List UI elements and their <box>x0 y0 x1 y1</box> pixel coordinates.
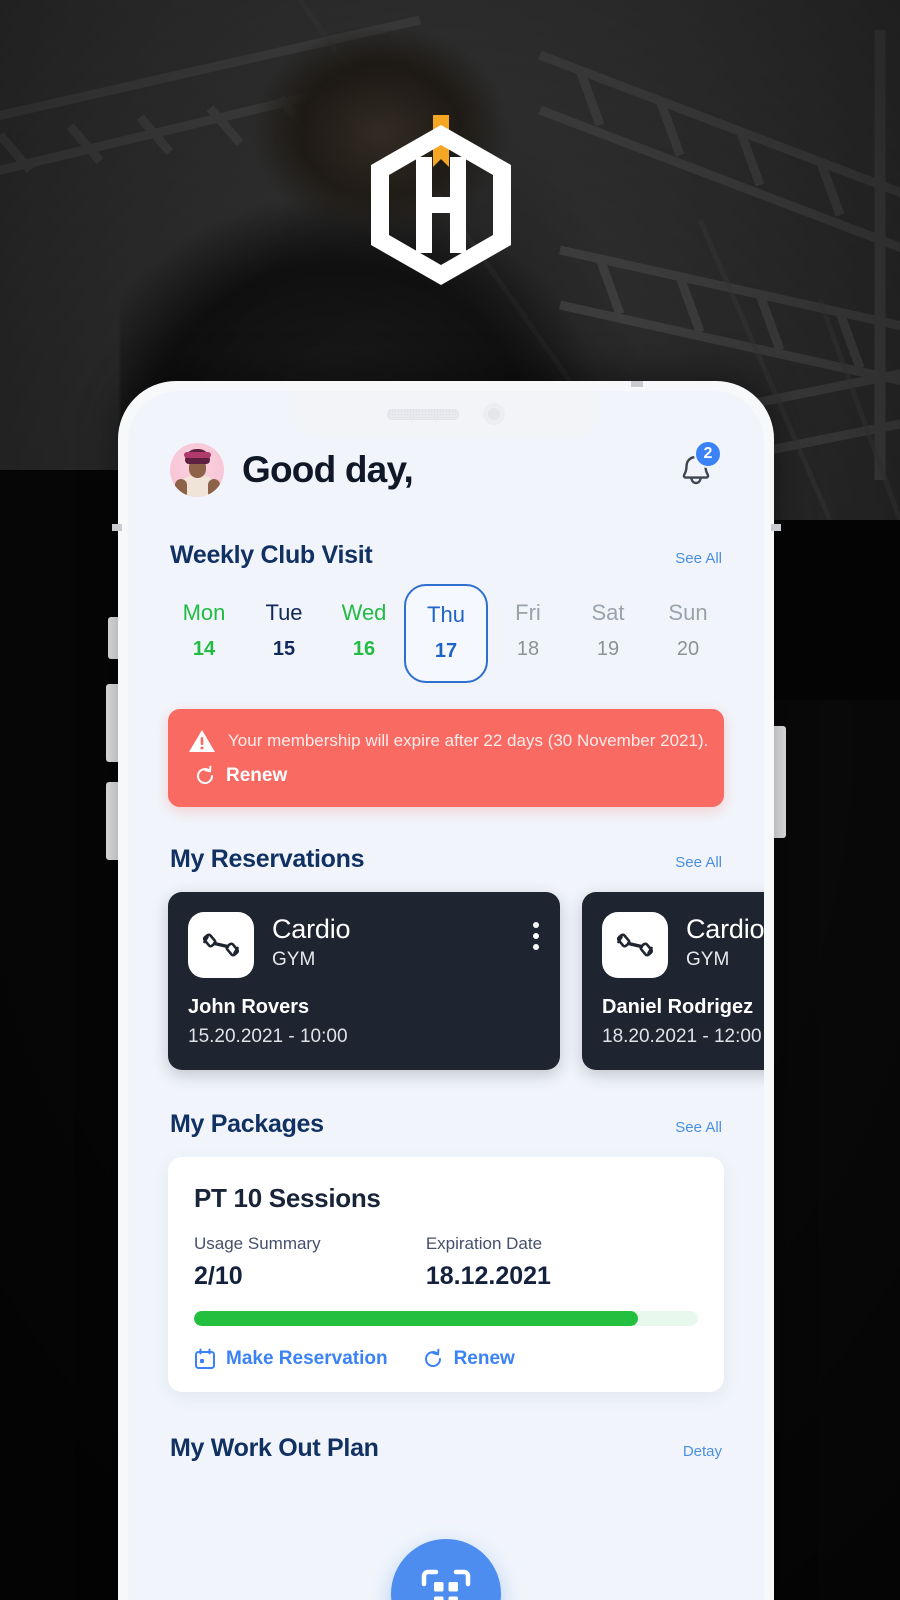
weekly-club-visit-title: Weekly Club Visit <box>170 541 373 569</box>
day-name: Sat <box>591 600 625 625</box>
make-reservation-button[interactable]: Make Reservation <box>194 1348 388 1370</box>
packages-header: My Packages See All <box>150 1110 742 1139</box>
packages-see-all-link[interactable]: See All <box>675 1119 722 1136</box>
day-item-fri[interactable]: Fri 18 <box>488 584 568 683</box>
day-item-thu-selected[interactable]: Thu 17 <box>404 584 488 683</box>
weekly-see-all-link[interactable]: See All <box>675 550 722 567</box>
day-item-sun[interactable]: Sun 20 <box>648 584 728 683</box>
package-progress-fill <box>194 1311 638 1326</box>
package-usage-value: 2/10 <box>194 1262 243 1290</box>
workout-plan-title: My Work Out Plan <box>170 1434 379 1462</box>
reservation-datetime: 15.20.2021 - 10:00 <box>188 1026 348 1047</box>
day-name: Wed <box>341 600 387 625</box>
day-date: 15 <box>272 638 296 660</box>
package-name: PT 10 Sessions <box>194 1183 381 1213</box>
day-name: Mon <box>182 600 226 625</box>
package-usage-block: Usage Summary 2/10 <box>194 1234 426 1291</box>
reservation-trainer: Daniel Rodrigez <box>602 996 754 1018</box>
package-card[interactable]: PT 10 Sessions Usage Summary 2/10 Expira… <box>168 1157 724 1392</box>
reservation-card[interactable]: Cardio GYM Daniel Rodrigez 18.20.2021 - … <box>582 892 764 1070</box>
warning-triangle-icon <box>189 730 215 752</box>
day-item-sat[interactable]: Sat 19 <box>568 584 648 683</box>
day-name: Sun <box>668 600 708 625</box>
day-date: 20 <box>676 638 700 660</box>
day-date: 19 <box>596 638 620 660</box>
phone-mockup: Good day, 2 Weekly Club Visit See All Mo… <box>118 381 774 1600</box>
refresh-icon <box>197 765 214 785</box>
reservations-header: My Reservations See All <box>150 845 742 874</box>
power-button[interactable] <box>773 726 786 838</box>
make-reservation-label: Make Reservation <box>226 1348 388 1369</box>
notifications-button[interactable]: 2 <box>674 440 722 492</box>
hexagon-h-logo <box>361 105 521 300</box>
packages-title: My Packages <box>170 1110 324 1138</box>
week-day-selector: Mon 14 Tue 15 Wed 16 Thu 17 Fri 18 Sat 1… <box>150 584 742 683</box>
day-date: 14 <box>192 638 216 660</box>
alert-message: Your membership will expire after 22 day… <box>228 731 709 750</box>
weekly-club-visit-header: Weekly Club Visit See All <box>150 541 742 570</box>
dumbbell-icon <box>602 912 668 978</box>
reservations-see-all-link[interactable]: See All <box>675 854 722 871</box>
day-date: 17 <box>434 640 458 662</box>
day-name: Fri <box>515 600 541 625</box>
reservations-carousel[interactable]: Cardio GYM John Rovers 15.20.2021 - 10:0… <box>150 892 764 1070</box>
package-expiration-value: 18.12.2021 <box>425 1262 551 1290</box>
frame-antenna-line <box>631 381 643 387</box>
page-title: Good day, <box>242 449 414 490</box>
reservation-title: Cardio <box>686 914 764 944</box>
workout-plan-header: My Work Out Plan Detay <box>150 1434 742 1463</box>
workout-detail-link[interactable]: Detay <box>683 1443 722 1460</box>
membership-expiry-alert[interactable]: Your membership will expire after 22 day… <box>168 709 724 807</box>
reservation-subtitle: GYM <box>686 949 730 970</box>
package-renew-button[interactable]: Renew <box>422 1348 515 1370</box>
more-vertical-icon[interactable] <box>532 912 540 950</box>
package-expiration-label: Expiration Date <box>425 1234 543 1253</box>
reservation-datetime: 18.20.2021 - 12:00 <box>602 1026 762 1047</box>
day-date: 18 <box>516 638 540 660</box>
refresh-icon <box>424 1348 441 1368</box>
calendar-icon <box>195 1348 215 1369</box>
phone-notch <box>296 391 596 437</box>
day-date: 16 <box>352 638 376 660</box>
package-progress-bar <box>194 1311 698 1326</box>
qr-scan-icon <box>421 1569 471 1600</box>
day-item-mon[interactable]: Mon 14 <box>164 584 244 683</box>
speaker-grille-icon <box>387 408 459 420</box>
day-item-wed[interactable]: Wed 16 <box>324 584 404 683</box>
package-usage-label: Usage Summary <box>194 1234 321 1253</box>
frame-antenna-line-left <box>112 524 122 531</box>
day-name: Thu <box>427 602 465 627</box>
front-camera-icon <box>483 403 505 425</box>
alert-renew-label: Renew <box>226 765 288 786</box>
dumbbell-icon <box>188 912 254 978</box>
phone-screen: Good day, 2 Weekly Club Visit See All Mo… <box>128 391 764 1600</box>
app-content: Good day, 2 Weekly Club Visit See All Mo… <box>128 391 764 1600</box>
app-header: Good day, 2 <box>150 440 742 497</box>
avatar[interactable] <box>170 443 224 497</box>
package-expiration-block: Expiration Date 18.12.2021 <box>426 1234 678 1291</box>
alert-renew-button[interactable]: Renew <box>194 765 704 787</box>
reservation-subtitle: GYM <box>272 949 316 970</box>
package-renew-label: Renew <box>453 1348 515 1369</box>
notification-badge: 2 <box>694 440 722 468</box>
frame-antenna-line-right <box>771 524 781 531</box>
reservation-trainer: John Rovers <box>188 996 310 1018</box>
day-item-tue[interactable]: Tue 15 <box>244 584 324 683</box>
reservation-card[interactable]: Cardio GYM John Rovers 15.20.2021 - 10:0… <box>168 892 560 1070</box>
reservation-title: Cardio <box>272 914 351 944</box>
day-name: Tue <box>265 600 303 625</box>
reservations-title: My Reservations <box>170 845 365 873</box>
